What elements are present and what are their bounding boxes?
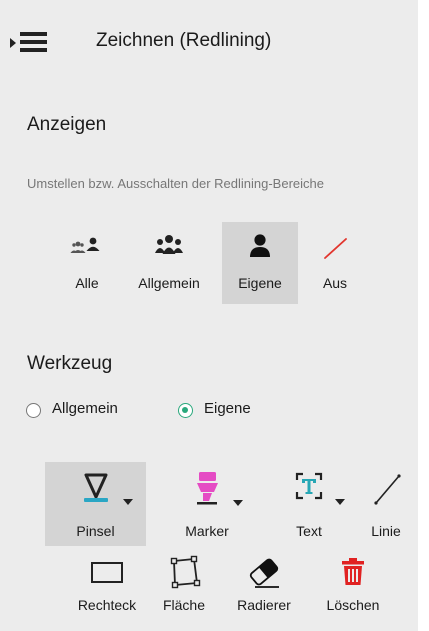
chevron-down-icon[interactable] [335, 499, 345, 505]
redlining-panel: Zeichnen (Redlining) Anzeigen Umstellen … [0, 0, 418, 631]
tool-label: Pinsel [76, 523, 115, 539]
tool-marker[interactable]: Marker [160, 462, 254, 546]
tool-rechteck[interactable]: Rechteck [62, 552, 152, 622]
hamburger-menu-icon[interactable] [20, 31, 47, 53]
display-button-alle[interactable]: Alle [58, 222, 116, 304]
tool-label: Linie [371, 523, 401, 539]
display-button-allgemein[interactable]: Allgemein [124, 222, 214, 304]
tool-flaeche[interactable]: Fläche [152, 552, 216, 622]
panel-title: Zeichnen (Redlining) [96, 30, 272, 51]
rectangle-icon [62, 560, 152, 584]
tool-label: Marker [185, 523, 229, 539]
polygon-icon [152, 555, 216, 589]
radio-label: Eigene [204, 400, 251, 417]
tool-label: Löschen [326, 597, 380, 613]
chevron-down-icon[interactable] [123, 499, 133, 505]
display-button-label: Allgemein [138, 275, 200, 291]
chevron-down-icon[interactable] [233, 500, 243, 506]
radio-button[interactable] [178, 403, 193, 418]
tool-linie[interactable]: Linie [358, 462, 414, 546]
tool-label: Fläche [162, 597, 206, 613]
display-section-title: Anzeigen [27, 114, 107, 135]
tool-text[interactable]: Text [268, 462, 350, 546]
radio-button[interactable] [26, 403, 41, 418]
off-slash-icon [320, 232, 350, 267]
display-button-eigene[interactable]: Eigene [222, 222, 298, 304]
users-group-icon [152, 232, 186, 265]
tool-label: Text [296, 523, 322, 539]
eraser-icon [222, 556, 306, 590]
tool-pinsel[interactable]: Pinsel [45, 462, 146, 546]
expand-arrow-icon[interactable] [10, 38, 16, 48]
display-button-label: Alle [75, 275, 99, 291]
display-description: Umstellen bzw. Ausschalten der Redlining… [27, 176, 324, 191]
display-button-label: Eigene [238, 275, 282, 291]
tool-radierer[interactable]: Radierer [222, 552, 306, 622]
text-icon [268, 471, 350, 501]
trash-icon [314, 557, 392, 587]
panel-header: Zeichnen (Redlining) [0, 18, 418, 66]
display-button-label: Aus [322, 275, 348, 291]
tools-section-title: Werkzeug [27, 353, 113, 374]
line-icon [358, 468, 414, 508]
radio-label: Allgemein [52, 400, 118, 417]
tool-loeschen[interactable]: Löschen [314, 552, 392, 622]
user-icon [246, 232, 274, 265]
tool-label: Rechteck [77, 597, 137, 613]
users-mixed-icon [69, 232, 105, 265]
display-button-aus[interactable]: Aus [306, 222, 364, 304]
tool-label: Radierer [237, 597, 291, 613]
